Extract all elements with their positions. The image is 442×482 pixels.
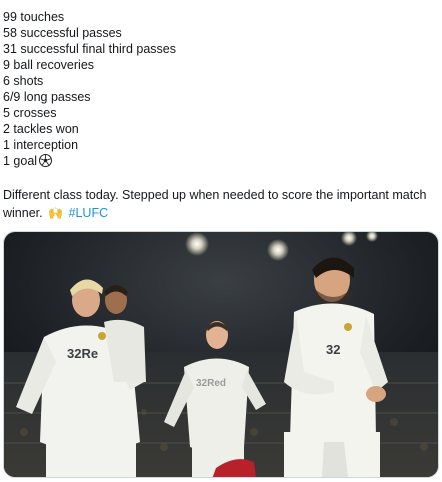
tweet-text: Different class today. Stepped up when n… xyxy=(3,188,427,220)
stat-goal-line: 1 goal xyxy=(3,153,176,171)
stat-touches: 99 touches xyxy=(3,10,65,24)
tweet-photo[interactable]: 32Re 32Red 32 xyxy=(3,231,439,478)
stat-shots: 6 shots xyxy=(3,74,44,88)
kit-sponsor-middle: 32Red xyxy=(196,378,226,389)
soccer-ball-icon xyxy=(39,154,53,171)
kit-sponsor-left: 32Re xyxy=(67,346,98,361)
stat-long-passes: 6/9 long passes xyxy=(3,90,91,104)
tweet: 99 touches 58 successful passes 31 succe… xyxy=(0,0,442,482)
raising-hands-emoji: 🙌 xyxy=(48,206,64,220)
stat-final-third-passes: 31 successful final third passes xyxy=(3,42,177,56)
football-celebration-photo: 32Re 32Red 32 xyxy=(4,232,438,477)
tweet-body: Different class today. Stepped up when n… xyxy=(3,186,439,222)
stat-goal: 1 goal xyxy=(3,154,38,168)
stat-crosses: 5 crosses xyxy=(3,106,57,120)
hashtag-link[interactable]: #LUFC xyxy=(69,206,109,220)
stat-interception: 1 interception xyxy=(3,138,79,152)
kit-sponsor-right: 32 xyxy=(326,342,340,357)
stats-list: 99 touches 58 successful passes 31 succe… xyxy=(3,9,176,171)
stat-tackles-won: 2 tackles won xyxy=(3,122,79,136)
stat-successful-passes: 58 successful passes xyxy=(3,26,122,40)
stat-ball-recoveries: 9 ball recoveries xyxy=(3,58,95,72)
